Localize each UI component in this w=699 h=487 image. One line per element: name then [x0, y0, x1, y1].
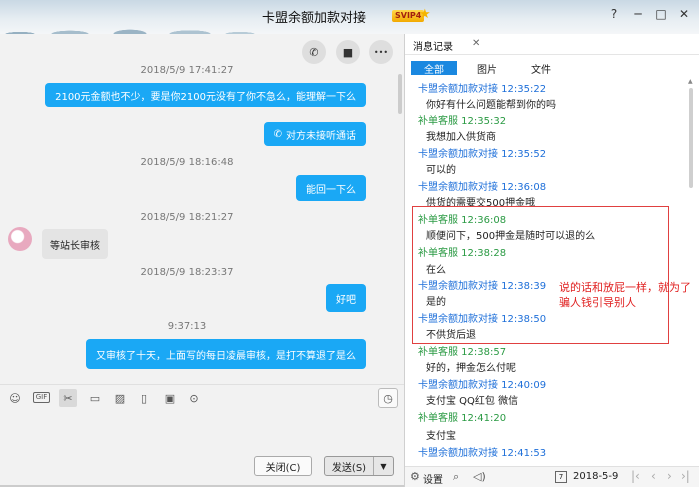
video-icon: ■ — [342, 45, 354, 59]
message-bubble[interactable]: 能回一下么 — [296, 175, 366, 201]
send-label: 发送(S) — [331, 462, 367, 474]
title-bar: 卡盟余额加款对接 SVIP4 ★ ? ─ □ ✕ — [0, 0, 699, 34]
send-button[interactable]: 发送(S) ▼ — [324, 456, 394, 476]
folder-icon[interactable]: ▭ — [86, 389, 104, 407]
scissors-icon[interactable]: ✂ — [59, 389, 77, 407]
history-message: 好的，押金怎么付呢 — [426, 363, 516, 374]
timestamp: 2018/5/9 18:21:27 — [140, 212, 234, 223]
history-sender: 卡盟余额加款对接 12:36:08 — [418, 182, 547, 193]
history-sender: 卡盟余额加款对接 12:41:53 — [418, 448, 547, 459]
chat-area: ✆ ■ ••• 2018/5/9 17:41:27 2100元金额也不少，要是你… — [0, 34, 404, 384]
history-sender: 补单客服 12:35:32 — [418, 116, 507, 127]
title-bar-background — [0, 0, 260, 34]
history-sender: 补单客服 12:41:20 — [418, 413, 507, 424]
more-icon: ••• — [373, 47, 389, 57]
chevron-down-icon[interactable]: ▼ — [373, 457, 393, 475]
message-bubble[interactable]: 2100元金额也不少，要是你2100元没有了你不急么，能理解一下么 — [45, 83, 366, 107]
history-title: 消息记录 — [413, 42, 453, 53]
missed-call-text: 对方未接听通话 — [286, 130, 356, 142]
history-sender: 卡盟余额加款对接 12:35:22 — [418, 84, 547, 95]
history-sender: 补单客服 12:38:57 — [418, 347, 507, 358]
history-footer: ⚙ 设置 ⌕ ◁) 7 2018-5-9 |‹ ‹ › ›| — [405, 466, 699, 487]
close-window-button[interactable]: ✕ — [676, 7, 692, 21]
clock-icon[interactable]: ◷ — [378, 388, 398, 408]
scroll-up-icon[interactable]: ▲ — [688, 78, 693, 85]
annotation-text: 说的话和放屁一样，就为了骗人钱引导别人 — [559, 281, 691, 309]
history-message: 支付宝 QQ红包 微信 — [426, 396, 519, 407]
message-bubble[interactable]: 又审核了十天，上面写的每日凌晨审核，是打不算退了是么 — [86, 339, 366, 369]
settings-icon[interactable]: ⚙ — [410, 470, 420, 483]
image-icon[interactable]: ▨ — [111, 389, 129, 407]
scroll-thumb[interactable] — [689, 88, 693, 188]
next-page-icon[interactable]: › — [667, 469, 672, 483]
first-page-icon[interactable]: |‹ — [631, 469, 640, 483]
maximize-button[interactable]: □ — [653, 7, 669, 21]
history-sender: 卡盟余额加款对接 12:35:52 — [418, 149, 547, 160]
message-bubble-incoming[interactable]: 等站长审核 — [42, 229, 108, 259]
timestamp: 2018/5/9 17:41:27 — [140, 65, 234, 76]
date-label[interactable]: 2018-5-9 — [573, 471, 618, 482]
history-message: 我想加入供货商 — [426, 132, 496, 143]
tab-images[interactable]: 图片 — [477, 61, 497, 76]
red-packet-icon[interactable]: ▣ — [161, 389, 179, 407]
divider — [405, 54, 699, 55]
history-message: 可以的 — [426, 165, 456, 176]
timestamp: 9:37:13 — [167, 321, 207, 332]
history-message: 支付宝 — [426, 431, 456, 442]
gif-icon[interactable]: GIF — [33, 392, 50, 403]
chat-scrollbar[interactable] — [398, 74, 402, 114]
minimize-button[interactable]: ─ — [630, 7, 646, 21]
more-options-button[interactable]: ••• — [369, 40, 393, 64]
message-input-area[interactable]: 关闭(C) 发送(S) ▼ — [0, 410, 404, 487]
history-close-button[interactable]: ✕ — [472, 38, 480, 49]
message-bubble[interactable]: 好吧 — [326, 284, 366, 312]
highlight-box — [412, 206, 669, 344]
history-message: 你好有什么问题能帮到你的吗 — [426, 100, 556, 111]
window-title: 卡盟余额加款对接 — [262, 11, 367, 26]
close-button[interactable]: 关闭(C) — [254, 456, 312, 476]
video-call-button[interactable]: ■ — [336, 40, 360, 64]
contact-avatar[interactable] — [8, 227, 32, 251]
timestamp: 2018/5/9 18:23:37 — [140, 267, 234, 278]
star-icon[interactable]: ★ — [419, 7, 431, 22]
last-page-icon[interactable]: ›| — [681, 469, 690, 483]
tab-all[interactable]: 全部 — [411, 61, 457, 76]
timestamp: 2018/5/9 18:16:48 — [140, 157, 234, 168]
help-button[interactable]: ? — [606, 7, 622, 21]
message-history-panel: 消息记录 ✕ 全部 图片 文件 卡盟余额加款对接 12:35:22 你好有什么问… — [405, 34, 699, 487]
speaker-icon[interactable]: ◁) — [473, 470, 486, 483]
missed-call-bubble[interactable]: ✆ 对方未接听通话 — [263, 122, 366, 146]
tab-files[interactable]: 文件 — [529, 61, 553, 76]
phone-icon: ✆ — [309, 45, 319, 59]
phone-icon: ✆ — [273, 128, 282, 140]
settings-label[interactable]: 设置 — [423, 471, 443, 486]
voice-call-button[interactable]: ✆ — [302, 40, 326, 64]
prev-page-icon[interactable]: ‹ — [651, 469, 656, 483]
calendar-icon[interactable]: 7 — [555, 471, 567, 483]
emoji-icon[interactable]: ☺ — [6, 389, 24, 407]
search-icon[interactable]: ⌕ — [453, 470, 459, 484]
history-sender: 卡盟余额加款对接 12:40:09 — [418, 380, 547, 391]
input-toolbar: ☺ GIF ✂ ▭ ▨ ▯ ▣ ⊙ ◷ — [0, 384, 404, 410]
history-scrollbar[interactable]: ▲ — [688, 78, 694, 408]
shake-icon[interactable]: ▯ — [135, 389, 153, 407]
more-icon[interactable]: ⊙ — [185, 389, 203, 407]
